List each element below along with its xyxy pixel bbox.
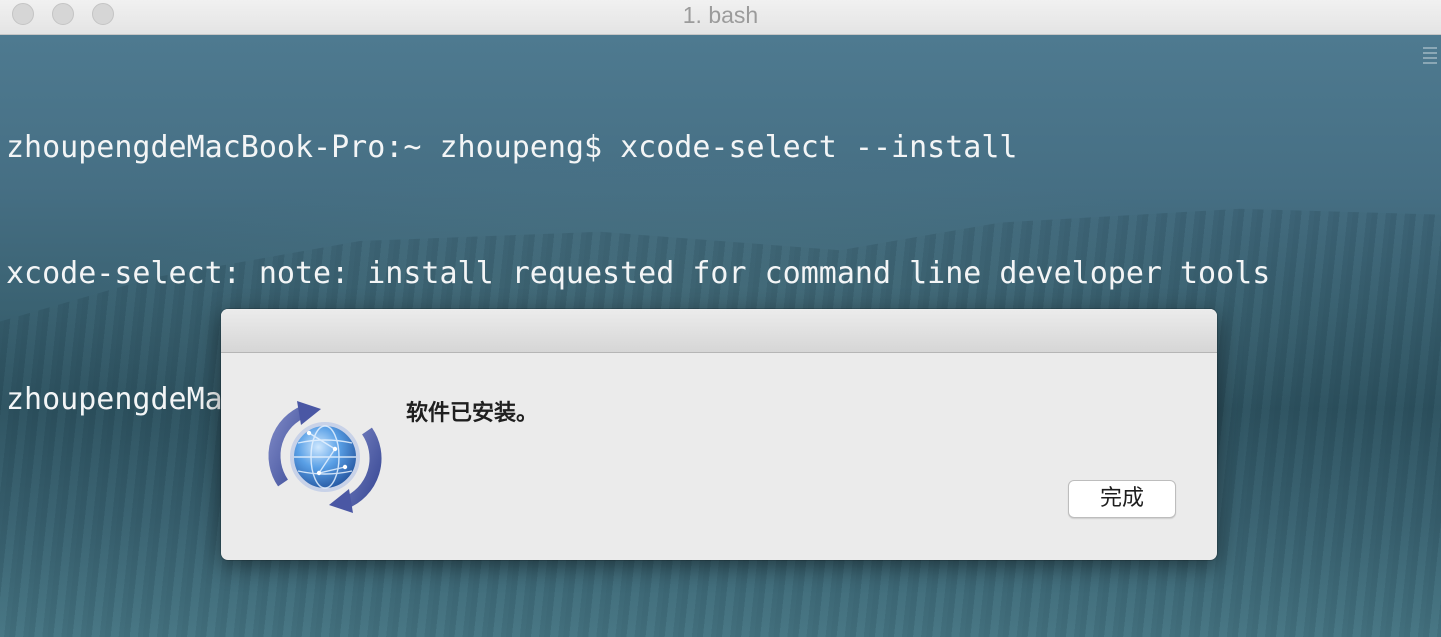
dialog-message: 软件已安装。 <box>406 401 539 426</box>
title-bar[interactable]: 1. bash <box>0 0 1441 35</box>
software-update-globe-icon <box>268 401 382 513</box>
dialog-header <box>221 309 1217 353</box>
terminal-line: xcode-select: note: install requested fo… <box>6 256 1271 291</box>
install-complete-dialog: 软件已安装。 完成 <box>221 309 1217 560</box>
done-button[interactable]: 完成 <box>1068 480 1176 518</box>
resize-grip-icon <box>1423 47 1437 67</box>
terminal-line: zhoupengdeMacBook-Pro:~ zhoupeng$ xcode-… <box>6 130 1018 165</box>
terminal-window: 1. bash zhoupengdeMacBook-Pro:~ zhoupeng… <box>0 0 1441 637</box>
window-title: 1. bash <box>682 2 759 28</box>
